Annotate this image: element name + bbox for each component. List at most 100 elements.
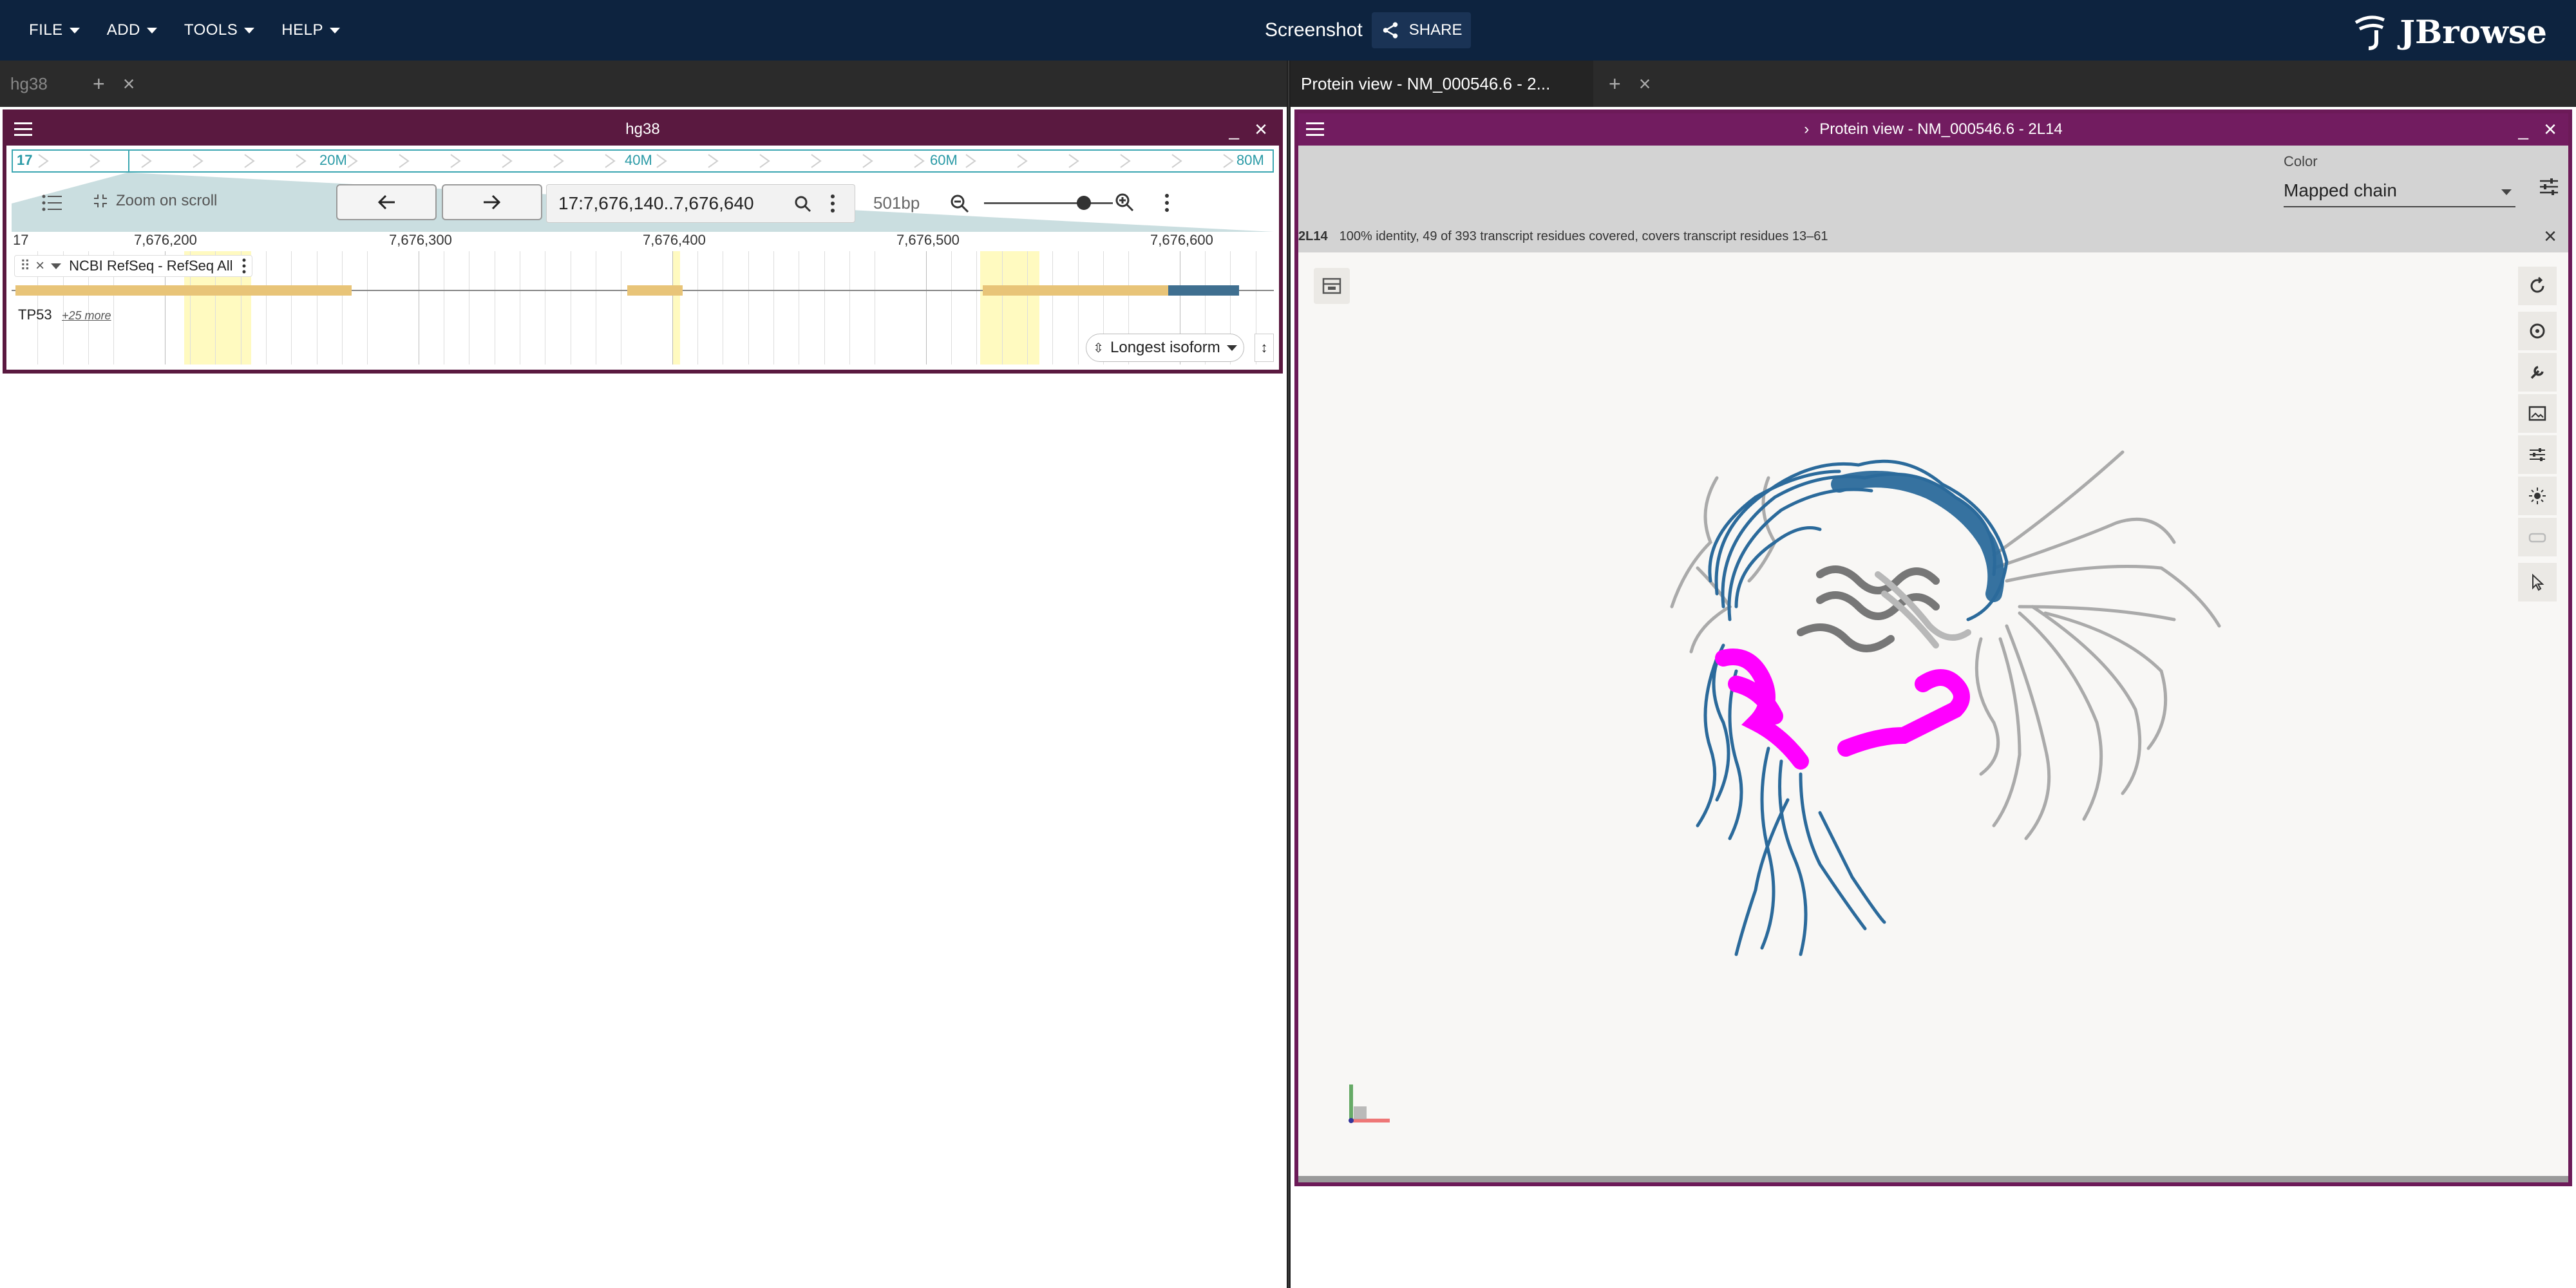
overview-chevron — [759, 154, 770, 168]
more-isoforms-link[interactable]: +25 more — [62, 309, 111, 323]
overview-label-80m: 80M — [1236, 152, 1264, 168]
tune-icon[interactable] — [2539, 176, 2559, 197]
toggle-sequence-panel-button[interactable] — [1314, 268, 1350, 304]
close-tab-icon[interactable]: × — [123, 72, 135, 96]
controls-button[interactable] — [2518, 353, 2557, 392]
more-vert-icon[interactable] — [830, 194, 835, 213]
menu-add[interactable]: ADD — [107, 21, 157, 39]
overview-chevron — [450, 154, 461, 168]
minimize-icon[interactable]: _ — [2518, 120, 2528, 140]
add-tab-icon[interactable]: + — [93, 72, 105, 96]
overview-chevron — [399, 154, 410, 168]
vr-icon — [2528, 533, 2546, 543]
tab-hg38[interactable]: hg38 — [0, 61, 77, 107]
menu-tools[interactable]: TOOLS — [184, 21, 255, 39]
close-icon[interactable]: × — [1255, 117, 1267, 142]
view-title: › Protein view - NM_000546.6 - 2L14 — [1298, 120, 2568, 138]
chevron-down-icon — [1226, 345, 1237, 351]
overview-chevron — [296, 154, 307, 168]
overview-chevron — [811, 154, 822, 168]
protein-structure-render[interactable] — [1607, 413, 2290, 1045]
share-icon — [1383, 22, 1398, 39]
overview-chevron — [1068, 154, 1079, 168]
menu-help-label: HELP — [281, 21, 323, 39]
zoom-in-icon[interactable] — [1114, 192, 1135, 213]
split-divider[interactable] — [1287, 61, 1291, 1288]
overview-label-60m: 60M — [930, 152, 958, 168]
reset-camera-button[interactable] — [2518, 267, 2557, 305]
molstar-viewer[interactable] — [1298, 252, 2568, 1180]
viewer-toolbar — [2518, 267, 2557, 604]
selection-mode-button[interactable] — [2518, 563, 2557, 601]
utr-exon[interactable] — [627, 285, 683, 296]
ruler-tick: 7,676,500 — [896, 232, 960, 248]
location-value: 17:7,676,140..7,676,640 — [558, 193, 754, 213]
zoom-slider-track[interactable] — [984, 202, 1113, 204]
menu-file-label: FILE — [29, 21, 63, 39]
track-label[interactable]: ⠿ × NCBI RefSeq - RefSeq All — [14, 255, 253, 277]
zoom-on-scroll-toggle[interactable]: Zoom on scroll — [91, 192, 217, 210]
main-menu: FILE ADD TOOLS HELP — [0, 0, 367, 61]
close-track-icon[interactable]: × — [35, 257, 44, 275]
overview-chrom-label: 17 — [17, 152, 33, 168]
region-highlight — [980, 251, 1039, 365]
session-title-area: Screenshot SHARE — [1265, 0, 1472, 61]
logo-icon — [2355, 15, 2385, 50]
view-header: › Protein view - NM_000546.6 - 2L14 _ × — [1298, 113, 2568, 146]
ruler-tick: 7,676,200 — [134, 232, 197, 248]
zoom-out-icon[interactable] — [949, 193, 970, 214]
gene-name[interactable]: TP53 — [18, 307, 52, 323]
chevron-down-icon — [69, 27, 80, 33]
isoform-select-button[interactable]: ⇳ Longest isoform — [1086, 334, 1244, 362]
chevron-down-icon[interactable] — [51, 263, 62, 269]
utr-exon[interactable] — [15, 285, 352, 296]
chevron-right-icon[interactable]: › — [1804, 120, 1809, 138]
color-select[interactable]: Mapped chain — [2284, 175, 2515, 207]
tab-protein-view[interactable]: Protein view - NM_000546.6 - 2... — [1291, 61, 1593, 107]
track-list-icon[interactable] — [41, 193, 63, 213]
zoom-slider-thumb[interactable] — [1077, 196, 1091, 210]
pan-left-button[interactable] — [336, 184, 437, 220]
view-controls: Zoom on scroll 17:7,676,140..7,676,640 5… — [12, 184, 1274, 223]
lighting-button[interactable] — [2518, 477, 2557, 515]
close-tab-icon[interactable]: × — [1639, 72, 1651, 96]
arrow-left-icon — [377, 194, 395, 210]
search-icon[interactable] — [794, 195, 812, 213]
close-icon[interactable]: × — [2544, 117, 2557, 142]
menu-file[interactable]: FILE — [29, 21, 80, 39]
overview-chevron — [1223, 154, 1234, 168]
height-resize-icon[interactable]: ↕ — [1255, 334, 1274, 362]
ruler-tick: 7,676,400 — [643, 232, 706, 248]
menu-help[interactable]: HELP — [281, 21, 340, 39]
location-search-input[interactable]: 17:7,676,140..7,676,640 — [546, 184, 855, 223]
settings-icon — [2530, 323, 2545, 339]
more-vert-icon[interactable] — [242, 258, 247, 274]
rotate-icon — [2530, 276, 2544, 293]
tune-button[interactable] — [2518, 435, 2557, 474]
settings-button[interactable] — [2518, 312, 2557, 350]
close-icon[interactable]: × — [2544, 224, 2557, 249]
add-tab-icon[interactable]: + — [1609, 72, 1621, 96]
collapse-icon — [94, 194, 107, 207]
more-vert-icon[interactable] — [1164, 193, 1170, 213]
tune-icon — [2530, 448, 2545, 461]
utr-exon[interactable] — [983, 285, 1173, 296]
overview-scale-bar[interactable]: 17 20M 40M 60M 80M — [12, 149, 1274, 173]
screenshot-icon — [2528, 406, 2546, 421]
ruler-tick: 7,676,300 — [389, 232, 452, 248]
tab-protein-view-label: Protein view - NM_000546.6 - 2... — [1301, 73, 1551, 93]
share-button[interactable]: SHARE — [1371, 12, 1472, 48]
minimize-icon[interactable]: _ — [1229, 120, 1239, 140]
right-tab-strip: Protein view - NM_000546.6 - 2... + × — [1291, 61, 2576, 107]
collapse-icon: ⇳ — [1093, 341, 1104, 355]
light-icon — [2529, 488, 2546, 504]
screenshot-button[interactable] — [2518, 394, 2557, 433]
arrow-right-icon — [484, 194, 501, 210]
chevron-down-icon — [329, 27, 340, 33]
session-title[interactable]: Screenshot — [1265, 19, 1363, 41]
drag-handle-icon[interactable]: ⠿ — [20, 258, 30, 274]
vr-button[interactable] — [2518, 518, 2557, 556]
pan-right-button[interactable] — [442, 184, 542, 220]
menu-tools-label: TOOLS — [184, 21, 238, 39]
cds-exon[interactable] — [1168, 285, 1239, 296]
